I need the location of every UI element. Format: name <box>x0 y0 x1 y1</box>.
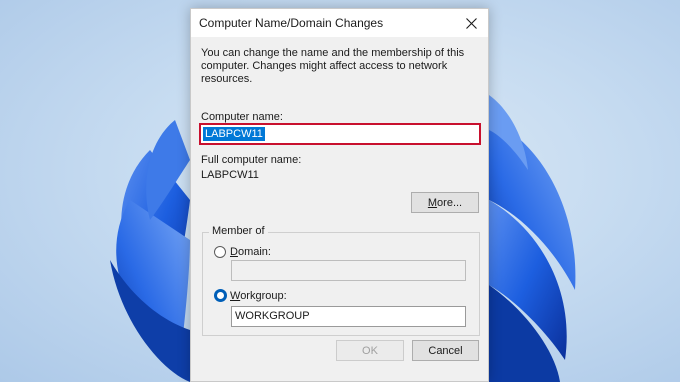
ok-button[interactable]: OK <box>336 340 404 361</box>
workgroup-mnemonic: W <box>230 290 241 302</box>
cancel-button[interactable]: Cancel <box>412 340 479 361</box>
computer-name-input[interactable]: LABPCW11 <box>203 127 477 141</box>
more-label: ore... <box>437 196 463 209</box>
full-computer-name-value: LABPCW11 <box>201 169 259 181</box>
dialog-titlebar: Computer Name/Domain Changes <box>191 9 488 37</box>
close-button[interactable] <box>454 9 488 37</box>
computer-name-dialog: Computer Name/Domain Changes You can cha… <box>190 8 489 382</box>
workgroup-input[interactable]: WORKGROUP <box>231 306 466 327</box>
computer-name-highlight: LABPCW11 <box>199 123 481 145</box>
full-computer-name-label: Full computer name: <box>201 154 302 166</box>
workgroup-label: Workgroup: <box>230 290 287 302</box>
close-icon <box>465 17 477 29</box>
computer-name-label: Computer name: <box>201 111 283 123</box>
member-of-group: Member of Domain: Workgroup: WORKGROUP <box>202 225 480 336</box>
domain-radio[interactable] <box>214 246 226 258</box>
domain-label-text: omain: <box>237 246 271 258</box>
member-of-title: Member of <box>209 225 268 237</box>
dialog-title: Computer Name/Domain Changes <box>199 16 384 30</box>
domain-input[interactable] <box>231 260 466 281</box>
computer-name-selected-text: LABPCW11 <box>203 127 265 141</box>
domain-mnemonic: D <box>230 246 238 258</box>
dialog-description: You can change the name and the membersh… <box>201 47 465 85</box>
workgroup-radio[interactable] <box>214 289 227 302</box>
domain-label: Domain: <box>230 246 271 258</box>
more-button[interactable]: More... <box>411 192 479 213</box>
workgroup-label-text: orkgroup: <box>240 290 287 302</box>
more-mnemonic: M <box>427 196 438 209</box>
